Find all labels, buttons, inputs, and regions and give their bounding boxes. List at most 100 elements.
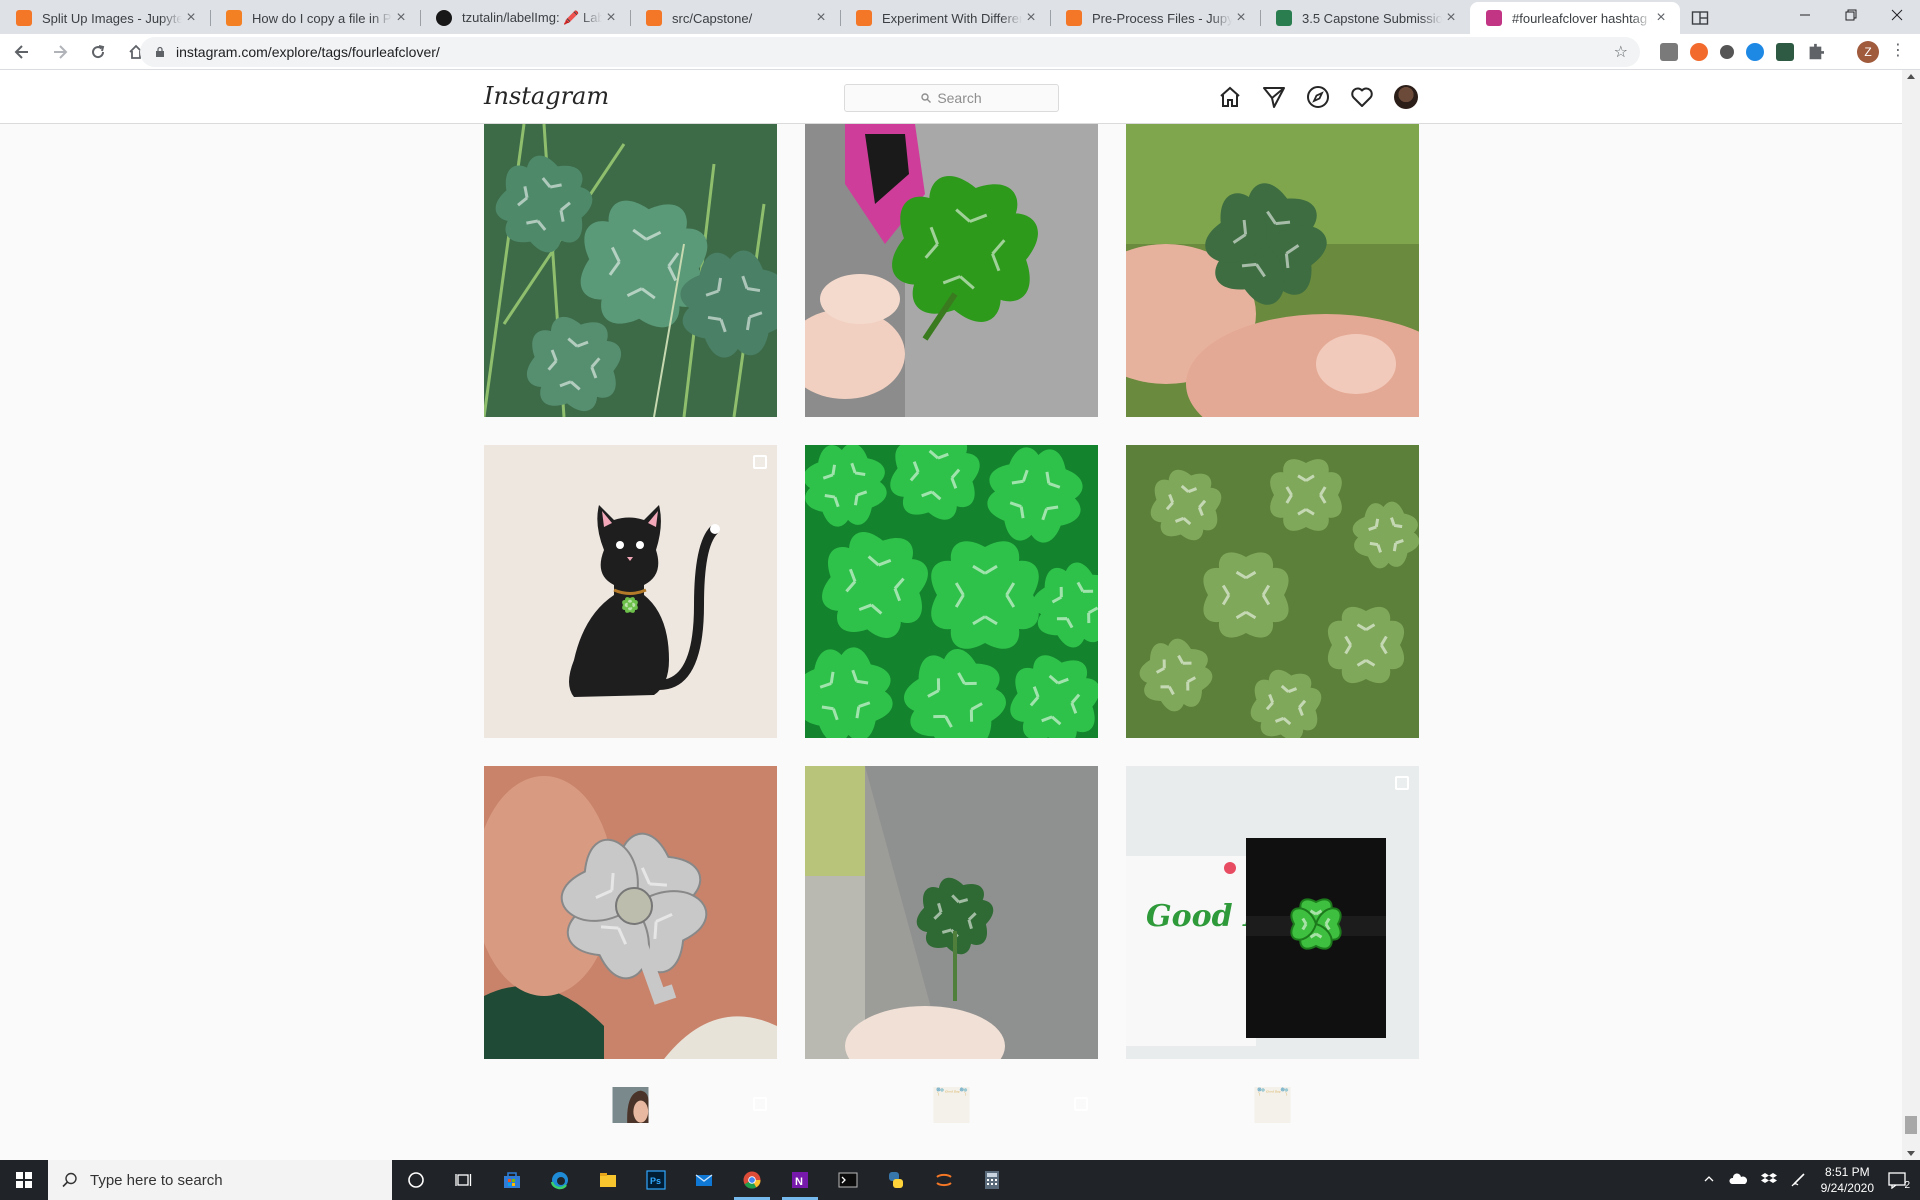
browser-tab[interactable]: How do I copy a file in Pyth× — [210, 2, 420, 34]
post-thumbnail-clover-grass[interactable] — [484, 124, 777, 417]
system-clock[interactable]: 8:51 PM 9/24/2020 — [1821, 1164, 1874, 1196]
bookmark-star-icon[interactable]: ☆ — [1614, 42, 1628, 62]
chrome-icon[interactable] — [728, 1160, 776, 1200]
orange-extension-icon[interactable] — [1690, 43, 1708, 61]
reload-button[interactable] — [82, 36, 114, 68]
tab-close-icon[interactable]: × — [1652, 9, 1670, 27]
browser-menu-icon[interactable]: ⋮ — [1890, 40, 1906, 60]
circle-extension-icon[interactable] — [1720, 45, 1734, 59]
green-extension-icon[interactable] — [1776, 43, 1794, 61]
instagram-logo[interactable]: Instagram — [484, 82, 609, 110]
post-thumbnail-clover-held-sidewalk[interactable] — [805, 766, 1098, 1059]
activity-heart-icon[interactable] — [1350, 85, 1374, 109]
browser-tab[interactable]: tzutalin/labelImg: 🖍️ Label × — [420, 2, 630, 34]
taskbar-search-box[interactable]: Type here to search — [48, 1160, 392, 1200]
pen-workspace-icon[interactable] — [1791, 1171, 1807, 1190]
carousel-icon — [753, 1097, 767, 1111]
carousel-icon — [1074, 1097, 1088, 1111]
scroll-down-arrow-icon[interactable] — [1907, 1151, 1915, 1156]
store-icon[interactable] — [488, 1160, 536, 1200]
scrollbar-thumb[interactable] — [1905, 1116, 1917, 1134]
windows-start-button[interactable] — [0, 1160, 48, 1200]
explore-icon[interactable] — [1306, 85, 1330, 109]
tab-close-icon[interactable]: × — [392, 9, 410, 27]
page-scrollbar[interactable] — [1902, 70, 1920, 1160]
post-thumbnail-person-hair[interactable] — [484, 1087, 777, 1123]
grammar-extension-icon[interactable] — [1660, 43, 1678, 61]
new-tab-button[interactable] — [1686, 4, 1714, 32]
task-view-icon[interactable] — [440, 1160, 488, 1200]
card-text-good-day: Good Day — [945, 1090, 960, 1094]
direct-icon[interactable] — [1262, 85, 1286, 109]
post-thumbnail-clover-brooch[interactable] — [484, 766, 777, 1059]
tab-favicon-icon — [646, 10, 662, 26]
tab-close-icon[interactable]: × — [1232, 9, 1250, 27]
instagram-search-input[interactable]: Search — [844, 84, 1059, 112]
tab-favicon-icon — [856, 10, 872, 26]
tab-close-icon[interactable]: × — [182, 9, 200, 27]
onenote-icon[interactable]: N — [776, 1160, 824, 1200]
notifications-icon[interactable]: 2 — [1888, 1171, 1910, 1191]
jupyter-icon[interactable] — [920, 1160, 968, 1200]
windows-taskbar: Type here to search Ps N 8:51 PM 9/24/20… — [0, 1160, 1920, 1200]
carousel-icon — [753, 455, 767, 469]
puzzle-extensions-icon[interactable] — [1809, 43, 1824, 60]
back-button[interactable] — [6, 36, 38, 68]
post-thumbnail-clover-fingers[interactable] — [1126, 124, 1419, 417]
system-tray: 8:51 PM 9/24/2020 2 — [1703, 1160, 1920, 1200]
url-text: instagram.com/explore/tags/fourleafclove… — [176, 44, 440, 60]
blue-extension-icon[interactable] — [1746, 43, 1764, 61]
chevron-up-icon[interactable] — [1703, 1173, 1715, 1188]
browser-tab-active[interactable]: #fourleafclover hashtag on × — [1470, 2, 1680, 34]
lock-icon — [156, 46, 164, 57]
restore-button[interactable] — [1828, 0, 1874, 30]
post-thumbnail-good-day-card[interactable]: Good Day — [805, 1087, 1098, 1123]
scroll-up-arrow-icon[interactable] — [1907, 74, 1915, 79]
cortana-icon[interactable] — [392, 1160, 440, 1200]
tab-favicon-icon — [226, 10, 242, 26]
edge-icon[interactable] — [536, 1160, 584, 1200]
search-icon — [62, 1172, 77, 1188]
terminal-icon[interactable] — [824, 1160, 872, 1200]
tab-favicon-icon — [1066, 10, 1082, 26]
instagram-header: Instagram Search — [0, 70, 1902, 124]
profile-avatar[interactable] — [1394, 85, 1418, 109]
browser-tab[interactable]: Pre-Process Files - Jupyter N× — [1050, 2, 1260, 34]
home-icon[interactable] — [1218, 85, 1242, 109]
file-explorer-icon[interactable] — [584, 1160, 632, 1200]
tab-title: src/Capstone/ — [672, 10, 753, 26]
tab-title: tzutalin/labelImg: 🖍️ Label — [462, 10, 602, 25]
tab-close-icon[interactable]: × — [812, 9, 830, 27]
python-icon[interactable] — [872, 1160, 920, 1200]
post-thumbnail-clover-hand-pink[interactable] — [805, 124, 1098, 417]
onedrive-icon[interactable] — [1729, 1172, 1747, 1188]
browser-tab[interactable]: Split Up Images - Jupyter N× — [0, 2, 210, 34]
mail-icon[interactable] — [680, 1160, 728, 1200]
tab-title: How do I copy a file in Pyth — [252, 10, 392, 26]
browser-tab[interactable]: Experiment With Different F× — [840, 2, 1050, 34]
tab-close-icon[interactable]: × — [602, 9, 620, 27]
search-placeholder: Search — [937, 90, 982, 106]
address-bar[interactable]: instagram.com/explore/tags/fourleafclove… — [140, 37, 1640, 67]
post-thumbnail-clover-patch-bright[interactable] — [805, 445, 1098, 738]
carousel-icon — [1395, 776, 1409, 790]
post-thumbnail-good-day-card-2[interactable]: Good Day — [1126, 1087, 1419, 1123]
forward-button[interactable] — [44, 36, 76, 68]
tab-close-icon[interactable]: × — [1442, 9, 1460, 27]
tab-favicon-icon — [16, 10, 32, 26]
tab-title: Experiment With Different F — [882, 10, 1022, 26]
browser-profile-avatar[interactable]: Z — [1857, 41, 1879, 63]
post-thumbnail-good-luck-card[interactable]: Good LUCK — [1126, 766, 1419, 1059]
search-icon — [921, 93, 932, 103]
tab-title: #fourleafclover hashtag on — [1512, 10, 1652, 26]
photoshop-icon[interactable]: Ps — [632, 1160, 680, 1200]
calculator-icon[interactable] — [968, 1160, 1016, 1200]
browser-tab[interactable]: 3.5 Capstone Submission - S× — [1260, 2, 1470, 34]
post-thumbnail-black-cat-drawing[interactable] — [484, 445, 777, 738]
post-thumbnail-clover-ground[interactable] — [1126, 445, 1419, 738]
close-window-button[interactable] — [1874, 0, 1920, 30]
browser-tab[interactable]: src/Capstone/ × — [630, 2, 840, 34]
tab-close-icon[interactable]: × — [1022, 9, 1040, 27]
minimize-button[interactable] — [1782, 0, 1828, 30]
dropbox-icon[interactable] — [1760, 1172, 1777, 1189]
